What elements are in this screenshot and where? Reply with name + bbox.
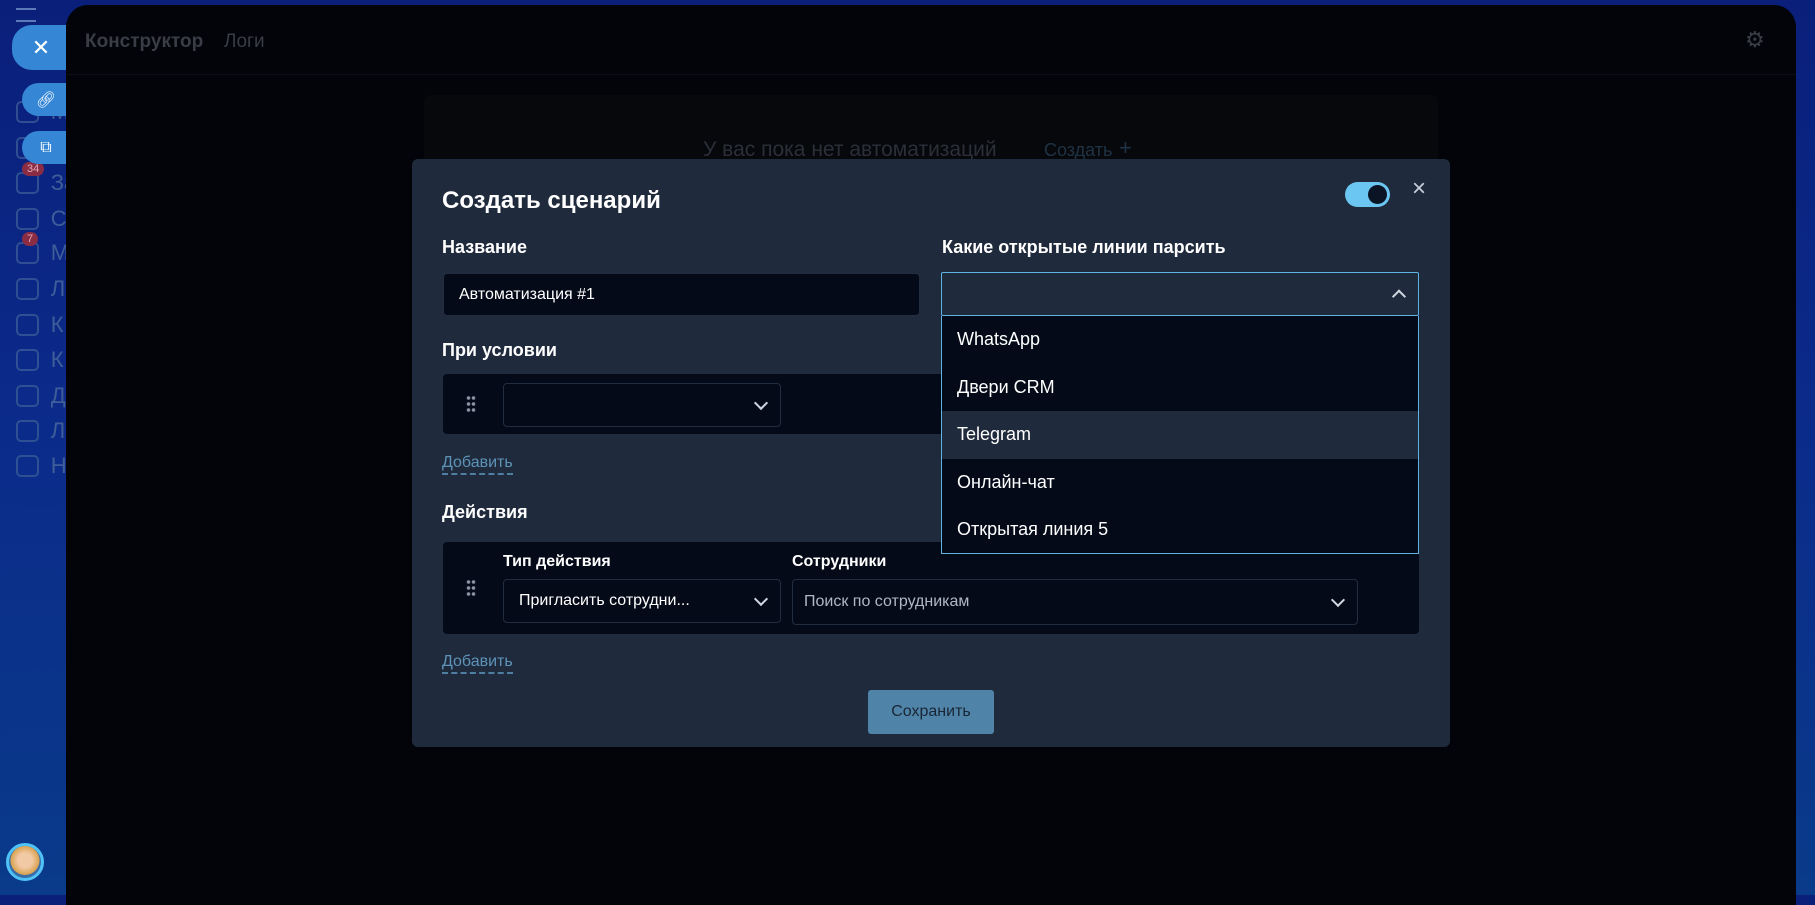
external-link-icon: ⧉	[40, 138, 52, 156]
employees-label: Сотрудники	[792, 553, 887, 570]
chevron-down-icon	[753, 591, 769, 607]
action-type-label: Тип действия	[503, 553, 611, 570]
sidebar-item-label: Л	[50, 276, 66, 302]
sidebar-item-label: М	[50, 240, 66, 266]
sidebar-item-icon	[16, 207, 39, 230]
sidebar-item-label: Л	[50, 417, 66, 443]
plus-icon[interactable]: +	[1119, 135, 1132, 161]
action-type-select[interactable]: Пригласить сотрудни...	[503, 579, 781, 623]
employees-placeholder: Поиск по сотрудникам	[804, 593, 970, 610]
close-icon: ✕	[31, 34, 51, 60]
lines-option[interactable]: WhatsApp	[942, 316, 1418, 364]
lines-option[interactable]: Онлайн-чат	[942, 458, 1418, 506]
sidebar-item-icon	[16, 455, 39, 478]
name-label: Название	[442, 237, 527, 257]
create-link[interactable]: Создать	[1044, 140, 1112, 161]
sidebar-item-icon	[16, 348, 39, 371]
avatar[interactable]	[6, 843, 44, 881]
sidebar-item-label: За	[50, 169, 66, 195]
drag-handle-icon[interactable]	[466, 395, 476, 413]
add-condition-link[interactable]: Добавить	[442, 454, 513, 475]
employees-search-input[interactable]: Поиск по сотрудникам	[792, 579, 1358, 625]
copy-link-button[interactable]: 🔗︎	[22, 83, 70, 116]
lines-dropdown-list: WhatsApp Двери CRM Telegram Онлайн-чат Откры…	[941, 316, 1419, 554]
lines-select[interactable]	[941, 272, 1419, 316]
close-icon[interactable]: ×	[1412, 175, 1426, 203]
lines-option[interactable]: Telegram	[942, 411, 1418, 459]
condition-label: При условии	[442, 340, 557, 360]
gear-icon[interactable]: ⚙	[1745, 27, 1765, 53]
create-scenario-modal: Создать сценарий × Название Автоматизаци…	[412, 159, 1450, 747]
sidebar-item-label: К	[50, 346, 64, 372]
name-input[interactable]: Автоматизация #1	[443, 273, 920, 316]
link-icon: 🔗︎	[35, 91, 57, 109]
drag-handle-icon[interactable]	[466, 579, 476, 597]
save-button-label: Сохранить	[891, 703, 971, 720]
active-toggle[interactable]	[1345, 182, 1390, 207]
chevron-down-icon	[753, 395, 769, 411]
modal-title: Создать сценарий	[442, 187, 661, 214]
sidebar-item-label: Н	[50, 453, 66, 479]
action-row: Тип действия Пригласить сотрудни... Сотр…	[443, 542, 1419, 634]
save-button[interactable]: Сохранить	[868, 690, 994, 734]
actions-label: Действия	[442, 502, 528, 522]
add-action-link[interactable]: Добавить	[442, 653, 513, 674]
sidebar-item[interactable]: Н	[0, 441, 66, 491]
chevron-down-icon	[1330, 592, 1346, 608]
action-type-value: Пригласить сотрудни...	[519, 592, 690, 609]
lines-option[interactable]: Открытая линия 5	[942, 506, 1418, 553]
close-widget-button[interactable]: ✕	[12, 25, 70, 70]
sidebar-item-icon	[16, 419, 39, 442]
menu-icon[interactable]	[16, 8, 36, 22]
name-input-value: Автоматизация #1	[459, 285, 595, 303]
chevron-up-icon	[1391, 289, 1407, 304]
lines-option[interactable]: Двери CRM	[942, 363, 1418, 411]
panel-header: Конструктор Логи ⚙	[66, 5, 1796, 75]
lines-label: Какие открытые линии парсить	[942, 237, 1226, 257]
sidebar-item-icon	[16, 278, 39, 301]
open-external-button[interactable]: ⧉	[22, 131, 70, 164]
condition-select[interactable]	[503, 383, 781, 427]
tab-constructor[interactable]: Конструктор	[85, 31, 203, 53]
sidebar-item-icon	[16, 384, 39, 407]
sidebar-item-icon	[16, 314, 39, 337]
tab-logs[interactable]: Логи	[224, 31, 265, 53]
